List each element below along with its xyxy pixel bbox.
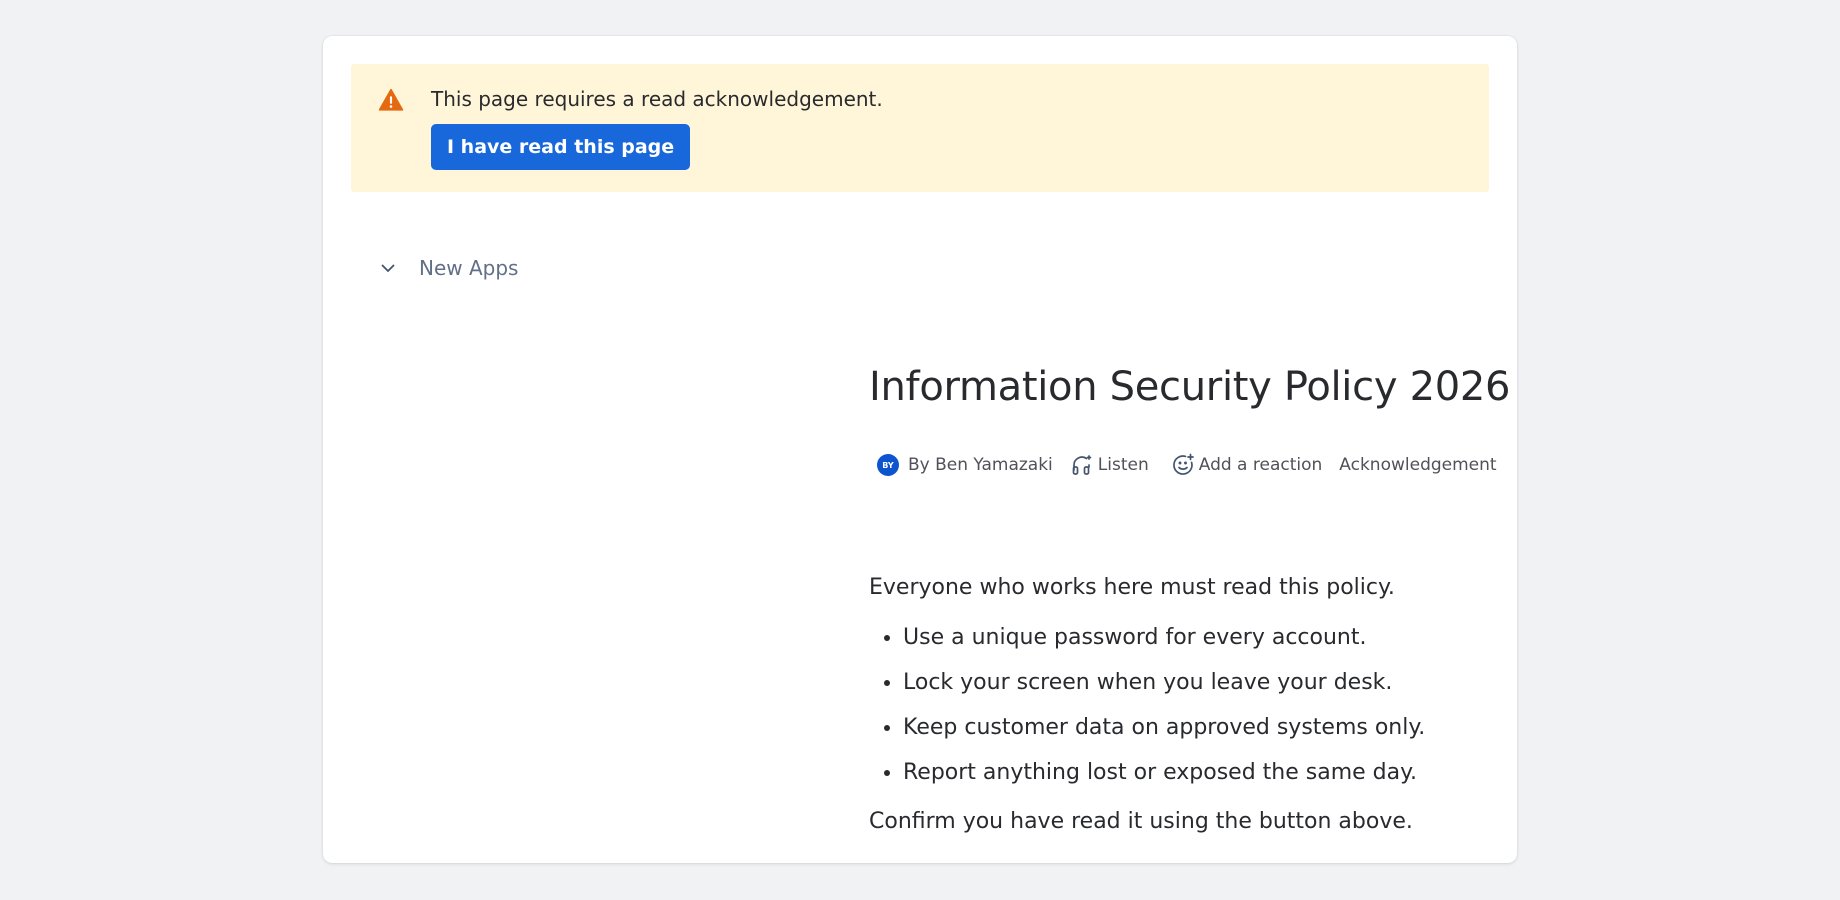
chevron-down-icon[interactable] bbox=[379, 259, 397, 277]
list-item: Use a unique password for every account. bbox=[903, 615, 1469, 660]
listen-button[interactable]: Listen bbox=[1070, 453, 1149, 477]
acknowledgement-link[interactable]: Acknowledgement bbox=[1339, 455, 1496, 475]
listen-label: Listen bbox=[1097, 455, 1149, 475]
page-byline: BY By Ben Yamazaki Listen Add a reaction… bbox=[877, 450, 1497, 480]
closing-paragraph: Confirm you have read it using the butto… bbox=[869, 809, 1413, 834]
warning-icon bbox=[378, 87, 404, 113]
add-reaction-label: Add a reaction bbox=[1198, 455, 1323, 475]
headphones-icon bbox=[1070, 453, 1094, 477]
acknowledgement-banner: This page requires a read acknowledgemen… bbox=[351, 64, 1489, 192]
acknowledge-button[interactable]: I have read this page bbox=[431, 124, 691, 170]
list-item: Lock your screen when you leave your des… bbox=[903, 660, 1469, 705]
acknowledgement-label: Acknowledgement bbox=[1339, 455, 1497, 475]
tree-item-label: New Apps bbox=[419, 256, 519, 280]
avatar: BY bbox=[877, 454, 899, 476]
list-item: Keep customer data on approved systems o… bbox=[903, 705, 1469, 750]
author-link[interactable]: BY By Ben Yamazaki bbox=[877, 454, 1053, 476]
rules-list: Use a unique password for every account.… bbox=[869, 615, 1469, 795]
page-title: Information Security Policy 2026 bbox=[869, 364, 1511, 410]
author-label: By Ben Yamazaki bbox=[908, 455, 1053, 475]
page-body: Everyone who works here must read this p… bbox=[869, 569, 1469, 841]
page-card: This page requires a read acknowledgemen… bbox=[323, 36, 1517, 863]
list-item: Report anything lost or exposed the same… bbox=[903, 750, 1469, 795]
tree-item-new-apps[interactable]: New Apps bbox=[379, 250, 518, 286]
add-reaction-button[interactable]: Add a reaction bbox=[1171, 453, 1323, 477]
intro-paragraph: Everyone who works here must read this p… bbox=[869, 575, 1395, 600]
add-reaction-icon bbox=[1171, 453, 1195, 477]
banner-message: This page requires a read acknowledgemen… bbox=[431, 87, 883, 111]
